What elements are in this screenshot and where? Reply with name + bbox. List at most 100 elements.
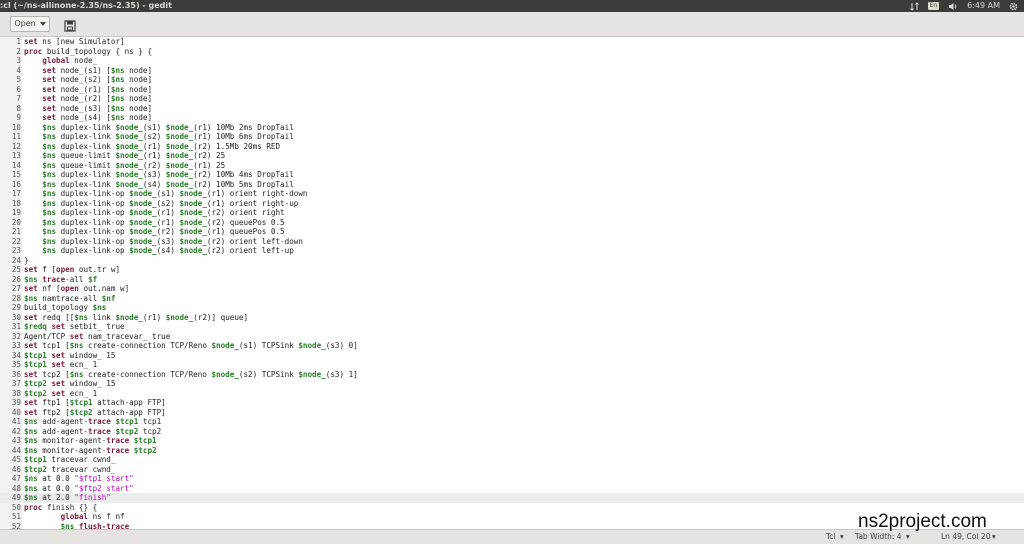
keyboard-arrows-icon[interactable] [909, 1, 919, 11]
code-line[interactable]: 18 $ns duplex-link-op $node_(s2) $node_(… [0, 199, 1024, 209]
line-code: $ns duplex-link-op $node_(s4) $node_(r2)… [42, 246, 294, 255]
line-number: 22 [11, 236, 21, 246]
code-line[interactable]: 30 set redq [[$ns link $node_(r1) $node_(… [0, 313, 1024, 323]
code-line[interactable]: 10 $ns duplex-link $node_(s1) $node_(r1)… [0, 123, 1024, 133]
code-line[interactable]: 28 $ns namtrace-all $nf [0, 294, 1024, 304]
code-line[interactable]: 9 set node_(s4) [$ns node] [0, 113, 1024, 123]
code-line[interactable]: 45 $tcp1 tracevar cwnd_ [0, 455, 1024, 465]
line-code: $ns duplex-link $node_(s4) $node_(r2) 10… [42, 179, 294, 189]
code-line[interactable]: 37 $tcp2 set window_ 15 [0, 379, 1024, 389]
code-line[interactable]: 16 $ns duplex-link $node_(s4) $node_(r2)… [0, 180, 1024, 190]
save-button[interactable] [64, 17, 78, 32]
line-code: } [24, 255, 29, 265]
code-line[interactable]: 38 $tcp2 set ecn_ 1 [0, 389, 1024, 399]
line-code: set node_(r1) [$ns node] [42, 84, 153, 94]
line-code: $tcp2 set ecn_ 1 [24, 388, 98, 398]
open-button[interactable]: Open [10, 16, 50, 32]
line-number: 27 [11, 284, 21, 293]
line-code: $ns at 2.0 "finish" [24, 493, 111, 502]
code-line[interactable]: 26 $ns trace-all $f [0, 275, 1024, 285]
code-line[interactable]: 48 $ns at 0.0 "$ftp2 start" [0, 484, 1024, 494]
code-line[interactable]: 46 $tcp2 tracevar cwnd_ [0, 465, 1024, 475]
line-code: $ns duplex-link-op $node_(r1) $node_(r2)… [42, 208, 285, 217]
line-code: $tcp2 tracevar cwnd_ [24, 464, 116, 474]
line-code: $ns flush-trace [60, 521, 130, 530]
line-number: 2 [16, 46, 21, 56]
code-line[interactable]: 40 set ftp2 [$tcp2 attach-app FTP] [0, 408, 1024, 418]
clock[interactable]: 6:49 AM [967, 0, 1000, 12]
keyboard-layout-indicator[interactable]: En [927, 2, 940, 10]
line-code: $ns duplex-link-op $node_(s1) $node_(r1)… [42, 189, 308, 198]
code-line[interactable]: 39 set ftp1 [$tcp1 attach-app FTP] [0, 398, 1024, 408]
line-code: set ftp1 [$tcp1 attach-app FTP] [24, 398, 166, 407]
line-number: 44 [11, 445, 21, 455]
code-line[interactable]: 36 set tcp2 [$ns create-connection TCP/Re… [0, 370, 1024, 380]
code-line[interactable]: 6 set node_(r1) [$ns node] [0, 85, 1024, 95]
line-number: 24 [11, 255, 21, 265]
line-number: 33 [11, 341, 21, 350]
code-line[interactable]: 49 $ns at 2.0 "finish" [0, 493, 1024, 503]
code-line[interactable]: 27 set nf [open out.nam w] [0, 284, 1024, 294]
code-line[interactable]: 13 $ns queue-limit $node_(r1) $node_(r2)… [0, 151, 1024, 161]
line-code: $ns duplex-link $node_(s1) $node_(r1) 10… [42, 122, 294, 132]
line-number: 47 [11, 474, 21, 483]
text-editor[interactable]: 1 set ns [new Simulator] 2 proc build_topol… [0, 37, 1024, 529]
code-line[interactable]: 14 $ns queue-limit $node_(r2) $node_(r1)… [0, 161, 1024, 171]
code-line[interactable]: 11 $ns duplex-link $node_(s2) $node_(r1)… [0, 132, 1024, 142]
code-line[interactable]: 35 $tcp1 set ecn_ 1 [0, 360, 1024, 370]
code-line[interactable]: 3 global node_ [0, 56, 1024, 66]
code-line[interactable]: 44 $ns monitor-agent-trace $tcp2 [0, 446, 1024, 456]
line-number: 9 [16, 113, 21, 122]
code-line[interactable]: 43 $ns monitor-agent-trace $tcp1 [0, 436, 1024, 446]
gear-icon[interactable] [1009, 2, 1018, 11]
line-code: $ns at 0.0 "$ftp2 start" [24, 483, 134, 493]
line-code: set tcp1 [$ns create-connection TCP/Reno… [24, 341, 358, 350]
code-line[interactable]: 4 set node_(s1) [$ns node] [0, 66, 1024, 76]
code-line[interactable]: 47 $ns at 0.0 "$ftp1 start" [0, 474, 1024, 484]
line-number: 19 [11, 208, 21, 217]
toolbar: Open [0, 12, 1024, 37]
code-line[interactable]: 8 set node_(s3) [$ns node] [0, 104, 1024, 114]
code-line[interactable]: 25 set f [open out.tr w] [0, 265, 1024, 275]
code-line[interactable]: 2 proc build_topology { ns } { [0, 47, 1024, 57]
line-code: proc build_topology { ns } { [24, 46, 153, 56]
line-number: 26 [11, 274, 21, 284]
code-line[interactable]: 17 $ns duplex-link-op $node_(s1) $node_(… [0, 189, 1024, 199]
line-number: 37 [11, 379, 21, 388]
line-code: $ns queue-limit $node_(r2) $node_(r1) 25 [42, 160, 226, 170]
code-line[interactable]: 1 set ns [new Simulator] [0, 37, 1024, 47]
line-number: 39 [11, 398, 21, 407]
line-code: set ns [new Simulator] [24, 37, 125, 46]
code-line[interactable]: 29 build_topology $ns [0, 303, 1024, 313]
line-code: $ns duplex-link $node_(s3) $node_(r2) 10… [42, 170, 294, 179]
code-line[interactable]: 20 $ns duplex-link-op $node_(r1) $node_(… [0, 218, 1024, 228]
line-number: 31 [11, 322, 21, 331]
code-line[interactable]: 22 $ns duplex-link-op $node_(s3) $node_(… [0, 237, 1024, 247]
line-code: $ns duplex-link $node_(s2) $node_(r1) 10… [42, 132, 294, 141]
line-code: set node_(r2) [$ns node] [42, 94, 153, 103]
line-number: 23 [11, 246, 21, 255]
code-line[interactable]: 41 $ns add-agent-trace $tcp1 tcp1 [0, 417, 1024, 427]
volume-icon[interactable] [948, 2, 958, 11]
line-code: set tcp2 [$ns create-connection TCP/Reno… [24, 369, 358, 379]
code-line[interactable]: 5 set node_(s2) [$ns node] [0, 75, 1024, 85]
code-line[interactable]: 33 set tcp1 [$ns create-connection TCP/Re… [0, 341, 1024, 351]
line-number: 3 [16, 56, 21, 65]
line-number: 21 [11, 227, 21, 236]
code-line[interactable]: 7 set node_(r2) [$ns node] [0, 94, 1024, 104]
line-code: global ns f nf [60, 512, 125, 521]
code-line[interactable]: 24} [0, 256, 1024, 266]
code-line[interactable]: 21 $ns duplex-link-op $node_(r2) $node_(… [0, 227, 1024, 237]
code-line[interactable]: 32 Agent/TCP set nam_tracevar_ true [0, 332, 1024, 342]
code-line[interactable]: 12 $ns duplex-link $node_(r1) $node_(r2)… [0, 142, 1024, 152]
line-number: 20 [11, 217, 21, 227]
code-line[interactable]: 42 $ns add-agent-trace $tcp2 tcp2 [0, 427, 1024, 437]
language-selector[interactable]: Tcl [826, 530, 836, 544]
line-number: 42 [11, 426, 21, 436]
code-line[interactable]: 15 $ns duplex-link $node_(s3) $node_(r2)… [0, 170, 1024, 180]
line-number: 28 [11, 293, 21, 303]
code-line[interactable]: 34 $tcp1 set window_ 15 [0, 351, 1024, 361]
code-line[interactable]: 23 $ns duplex-link-op $node_(s4) $node_(… [0, 246, 1024, 256]
code-line[interactable]: 19 $ns duplex-link-op $node_(r1) $node_(… [0, 208, 1024, 218]
code-line[interactable]: 31 $redq set setbit_ true [0, 322, 1024, 332]
